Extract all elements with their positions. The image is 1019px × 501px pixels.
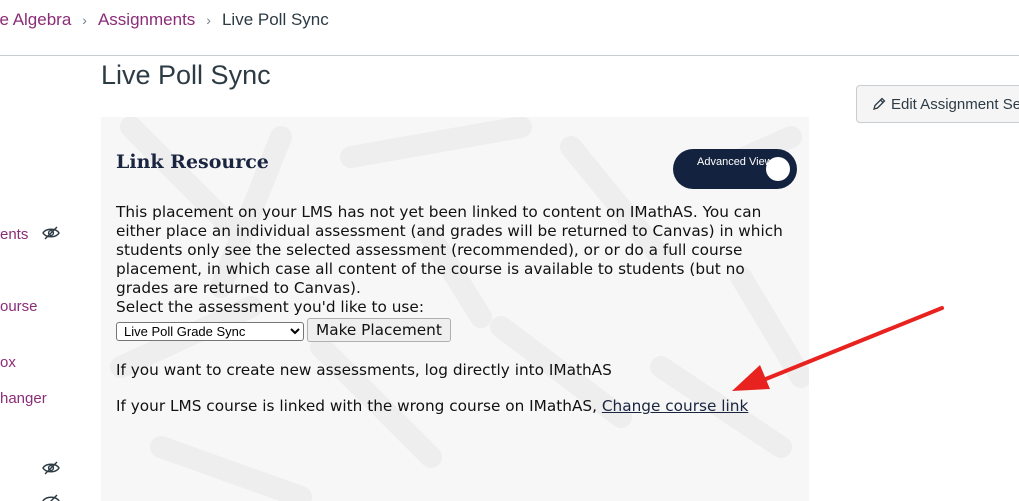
annotation-arrow-icon xyxy=(732,306,944,391)
wrong-course-text: If your LMS course is linked with the wr… xyxy=(116,397,602,415)
header-divider xyxy=(0,55,1019,56)
breadcrumb: ge Algebra › Assignments › Live Poll Syn… xyxy=(0,8,329,32)
nav-item-assignments[interactable]: ents xyxy=(0,226,28,243)
nav-item-course[interactable]: ourse xyxy=(0,298,38,315)
toggle-knob xyxy=(766,157,790,181)
breadcrumb-current: Live Poll Sync xyxy=(221,10,329,29)
breadcrumb-course[interactable]: ge Algebra xyxy=(0,10,71,30)
create-assessments-text: If you want to create new assessments, l… xyxy=(116,361,612,379)
hidden-eye-icon[interactable] xyxy=(42,226,60,240)
nav-item-changer[interactable]: hanger xyxy=(0,390,47,407)
advanced-view-label: Advanced View xyxy=(697,156,773,168)
chevron-right-icon: › xyxy=(206,12,211,28)
edit-assignment-label: Edit Assignment Se xyxy=(891,95,1019,113)
link-resource-frame: Link Resource Advanced View This placeme… xyxy=(101,117,809,501)
assessment-select[interactable]: Live Poll Grade Sync xyxy=(116,322,304,341)
hidden-eye-icon[interactable] xyxy=(42,461,60,475)
advanced-view-toggle[interactable]: Advanced View xyxy=(673,149,797,189)
edit-assignment-button[interactable]: Edit Assignment Se xyxy=(856,85,1019,123)
select-assessment-label: Select the assessment you'd like to use: xyxy=(116,298,424,316)
hidden-eye-icon[interactable] xyxy=(42,494,60,501)
placement-intro-text: This placement on your LMS has not yet b… xyxy=(116,203,783,297)
chevron-right-icon: › xyxy=(82,12,87,28)
change-course-link[interactable]: Change course link xyxy=(602,397,748,415)
make-placement-button[interactable]: Make Placement xyxy=(307,318,451,342)
link-resource-heading: Link Resource xyxy=(116,151,269,173)
wrong-course-line: If your LMS course is linked with the wr… xyxy=(116,397,748,415)
pencil-icon xyxy=(873,97,886,110)
page-title: Live Poll Sync xyxy=(101,60,271,90)
breadcrumb-assignments[interactable]: Assignments xyxy=(98,10,195,30)
nav-item-box[interactable]: ox xyxy=(0,354,16,371)
